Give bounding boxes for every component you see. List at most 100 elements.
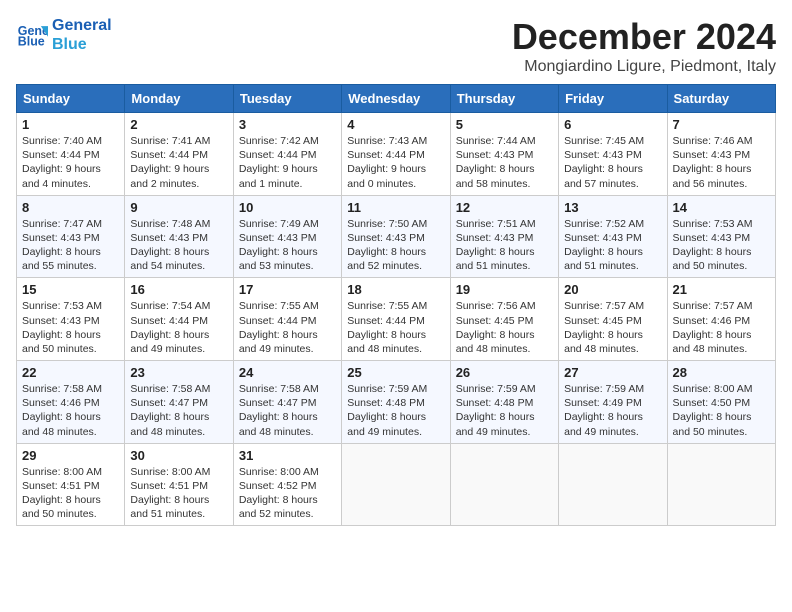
day-cell-8: 8 Sunrise: 7:47 AMSunset: 4:43 PMDaylight… (17, 195, 125, 278)
day-info: Sunrise: 7:41 AMSunset: 4:44 PMDaylight:… (130, 134, 227, 191)
day-info: Sunrise: 7:57 AMSunset: 4:46 PMDaylight:… (673, 299, 770, 356)
day-number: 8 (22, 200, 119, 215)
day-info: Sunrise: 7:53 AMSunset: 4:43 PMDaylight:… (673, 217, 770, 274)
day-cell-2: 2 Sunrise: 7:41 AMSunset: 4:44 PMDaylight… (125, 113, 233, 196)
day-number: 28 (673, 365, 770, 380)
day-info: Sunrise: 7:59 AMSunset: 4:49 PMDaylight:… (564, 382, 661, 439)
day-cell-1: 1 Sunrise: 7:40 AMSunset: 4:44 PMDaylight… (17, 113, 125, 196)
empty-cell (342, 443, 450, 526)
day-number: 7 (673, 117, 770, 132)
day-info: Sunrise: 7:46 AMSunset: 4:43 PMDaylight:… (673, 134, 770, 191)
day-cell-23: 23 Sunrise: 7:58 AMSunset: 4:47 PMDayligh… (125, 361, 233, 444)
day-info: Sunrise: 7:59 AMSunset: 4:48 PMDaylight:… (456, 382, 553, 439)
empty-cell (450, 443, 558, 526)
day-cell-21: 21Sunrise: 7:57 AMSunset: 4:46 PMDayligh… (667, 278, 775, 361)
day-cell-4: 4 Sunrise: 7:43 AMSunset: 4:44 PMDaylight… (342, 113, 450, 196)
calendar-week-3: 15 Sunrise: 7:53 AMSunset: 4:43 PMDayligh… (17, 278, 776, 361)
day-info: Sunrise: 7:53 AMSunset: 4:43 PMDaylight:… (22, 299, 119, 356)
day-cell-9: 9 Sunrise: 7:48 AMSunset: 4:43 PMDaylight… (125, 195, 233, 278)
logo: General Blue General Blue (16, 16, 112, 54)
day-cell-24: 24 Sunrise: 7:58 AMSunset: 4:47 PMDayligh… (233, 361, 341, 444)
calendar-week-5: 29 Sunrise: 8:00 AMSunset: 4:51 PMDayligh… (17, 443, 776, 526)
day-number: 3 (239, 117, 336, 132)
day-info: Sunrise: 7:43 AMSunset: 4:44 PMDaylight:… (347, 134, 444, 191)
day-cell-10: 10 Sunrise: 7:49 AMSunset: 4:43 PMDayligh… (233, 195, 341, 278)
day-number: 30 (130, 448, 227, 463)
day-info: Sunrise: 7:58 AMSunset: 4:47 PMDaylight:… (239, 382, 336, 439)
day-number: 9 (130, 200, 227, 215)
day-number: 14 (673, 200, 770, 215)
day-cell-15: 15 Sunrise: 7:53 AMSunset: 4:43 PMDayligh… (17, 278, 125, 361)
day-info: Sunrise: 7:51 AMSunset: 4:43 PMDaylight:… (456, 217, 553, 274)
day-info: Sunrise: 7:57 AMSunset: 4:45 PMDaylight:… (564, 299, 661, 356)
day-info: Sunrise: 7:54 AMSunset: 4:44 PMDaylight:… (130, 299, 227, 356)
month-title: December 2024 (512, 16, 776, 58)
logo-line1: General (52, 16, 112, 35)
day-cell-14: 14 Sunrise: 7:53 AMSunset: 4:43 PMDayligh… (667, 195, 775, 278)
day-number: 6 (564, 117, 661, 132)
day-number: 31 (239, 448, 336, 463)
header-day-thursday: Thursday (450, 85, 558, 113)
day-info: Sunrise: 7:55 AMSunset: 4:44 PMDaylight:… (239, 299, 336, 356)
day-number: 15 (22, 282, 119, 297)
logo-icon: General Blue (16, 19, 48, 51)
day-cell-16: 16Sunrise: 7:54 AMSunset: 4:44 PMDayligh… (125, 278, 233, 361)
day-info: Sunrise: 7:50 AMSunset: 4:43 PMDaylight:… (347, 217, 444, 274)
day-number: 23 (130, 365, 227, 380)
title-block: December 2024 Mongiardino Ligure, Piedmo… (512, 16, 776, 76)
day-info: Sunrise: 7:42 AMSunset: 4:44 PMDaylight:… (239, 134, 336, 191)
day-number: 17 (239, 282, 336, 297)
calendar-week-2: 8 Sunrise: 7:47 AMSunset: 4:43 PMDaylight… (17, 195, 776, 278)
header-day-friday: Friday (559, 85, 667, 113)
day-info: Sunrise: 7:52 AMSunset: 4:43 PMDaylight:… (564, 217, 661, 274)
day-cell-29: 29 Sunrise: 8:00 AMSunset: 4:51 PMDayligh… (17, 443, 125, 526)
day-info: Sunrise: 8:00 AMSunset: 4:51 PMDaylight:… (22, 465, 119, 522)
day-info: Sunrise: 7:56 AMSunset: 4:45 PMDaylight:… (456, 299, 553, 356)
svg-text:Blue: Blue (18, 35, 45, 49)
day-cell-3: 3 Sunrise: 7:42 AMSunset: 4:44 PMDaylight… (233, 113, 341, 196)
day-cell-18: 18 Sunrise: 7:55 AMSunset: 4:44 PMDayligh… (342, 278, 450, 361)
header-day-tuesday: Tuesday (233, 85, 341, 113)
day-info: Sunrise: 8:00 AMSunset: 4:51 PMDaylight:… (130, 465, 227, 522)
day-info: Sunrise: 7:58 AMSunset: 4:46 PMDaylight:… (22, 382, 119, 439)
day-cell-22: 22 Sunrise: 7:58 AMSunset: 4:46 PMDayligh… (17, 361, 125, 444)
day-number: 24 (239, 365, 336, 380)
day-cell-7: 7 Sunrise: 7:46 AMSunset: 4:43 PMDaylight… (667, 113, 775, 196)
day-cell-19: 19 Sunrise: 7:56 AMSunset: 4:45 PMDayligh… (450, 278, 558, 361)
day-number: 1 (22, 117, 119, 132)
header-day-monday: Monday (125, 85, 233, 113)
day-cell-26: 26Sunrise: 7:59 AMSunset: 4:48 PMDayligh… (450, 361, 558, 444)
day-cell-31: 31Sunrise: 8:00 AMSunset: 4:52 PMDayligh… (233, 443, 341, 526)
day-cell-11: 11Sunrise: 7:50 AMSunset: 4:43 PMDayligh… (342, 195, 450, 278)
day-cell-30: 30 Sunrise: 8:00 AMSunset: 4:51 PMDayligh… (125, 443, 233, 526)
day-number: 19 (456, 282, 553, 297)
day-number: 20 (564, 282, 661, 297)
day-info: Sunrise: 7:58 AMSunset: 4:47 PMDaylight:… (130, 382, 227, 439)
day-number: 12 (456, 200, 553, 215)
day-cell-12: 12 Sunrise: 7:51 AMSunset: 4:43 PMDayligh… (450, 195, 558, 278)
day-info: Sunrise: 7:59 AMSunset: 4:48 PMDaylight:… (347, 382, 444, 439)
page-header: General Blue General Blue December 2024 … (16, 16, 776, 76)
day-number: 22 (22, 365, 119, 380)
day-info: Sunrise: 7:49 AMSunset: 4:43 PMDaylight:… (239, 217, 336, 274)
day-number: 10 (239, 200, 336, 215)
location-subtitle: Mongiardino Ligure, Piedmont, Italy (512, 58, 776, 76)
day-number: 4 (347, 117, 444, 132)
empty-cell (667, 443, 775, 526)
day-info: Sunrise: 7:45 AMSunset: 4:43 PMDaylight:… (564, 134, 661, 191)
day-number: 27 (564, 365, 661, 380)
day-info: Sunrise: 7:48 AMSunset: 4:43 PMDaylight:… (130, 217, 227, 274)
day-info: Sunrise: 7:40 AMSunset: 4:44 PMDaylight:… (22, 134, 119, 191)
day-cell-27: 27 Sunrise: 7:59 AMSunset: 4:49 PMDayligh… (559, 361, 667, 444)
day-cell-5: 5Sunrise: 7:44 AMSunset: 4:43 PMDaylight… (450, 113, 558, 196)
day-number: 29 (22, 448, 119, 463)
day-info: Sunrise: 7:55 AMSunset: 4:44 PMDaylight:… (347, 299, 444, 356)
day-info: Sunrise: 7:44 AMSunset: 4:43 PMDaylight:… (456, 134, 553, 191)
header-day-saturday: Saturday (667, 85, 775, 113)
day-info: Sunrise: 7:47 AMSunset: 4:43 PMDaylight:… (22, 217, 119, 274)
day-number: 18 (347, 282, 444, 297)
header-row: SundayMondayTuesdayWednesdayThursdayFrid… (17, 85, 776, 113)
calendar-table: SundayMondayTuesdayWednesdayThursdayFrid… (16, 84, 776, 526)
day-number: 2 (130, 117, 227, 132)
day-cell-25: 25Sunrise: 7:59 AMSunset: 4:48 PMDayligh… (342, 361, 450, 444)
